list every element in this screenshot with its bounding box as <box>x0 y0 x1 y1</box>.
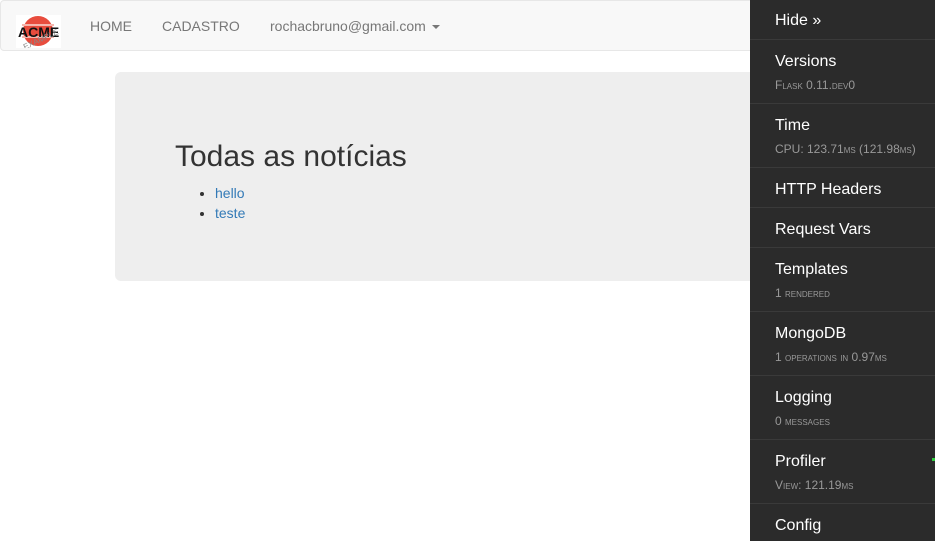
panel-title: Versions <box>775 53 837 70</box>
panel-subtitle: View: 121.19ms <box>775 478 854 492</box>
news-list: hello teste <box>175 183 245 223</box>
panel-http-headers[interactable]: HTTP Headers <box>750 168 935 208</box>
panel-subtitle: 1 operations in 0.97ms <box>775 350 887 364</box>
panel-config[interactable]: Config <box>750 504 935 544</box>
user-email: rochacbruno@gmail.com <box>270 18 426 34</box>
panel-subtitle: Flask 0.11.dev0 <box>775 78 856 92</box>
panel-title: Config <box>775 517 822 534</box>
panel-request-vars[interactable]: Request Vars <box>750 208 935 248</box>
panel-mongodb[interactable]: MongoDB 1 operations in 0.97ms <box>750 312 935 376</box>
panel-subtitle: 1 rendered <box>775 286 830 300</box>
acme-logo-icon: ACME EXAMPLE <box>16 15 61 52</box>
panel-versions[interactable]: Versions Flask 0.11.dev0 <box>750 40 935 104</box>
page-title: Todas as notícias <box>175 140 407 173</box>
nav-user-dropdown[interactable]: rochacbruno@gmail.com <box>270 18 440 34</box>
panel-subtitle: 0 messages <box>775 414 830 428</box>
panel-title: Templates <box>775 261 848 278</box>
panel-templates[interactable]: Templates 1 rendered <box>750 248 935 312</box>
hide-label: Hide » <box>775 12 822 29</box>
debug-toolbar: Hide » Versions Flask 0.11.dev0 Time CPU: … <box>750 0 935 541</box>
panel-title: HTTP Headers <box>775 181 882 198</box>
panel-profiler[interactable]: Profiler View: 121.19ms <box>750 440 935 504</box>
panel-time[interactable]: Time CPU: 123.71ms (121.98ms) <box>750 104 935 168</box>
news-link[interactable]: teste <box>215 205 245 221</box>
panel-logging[interactable]: Logging 0 messages <box>750 376 935 440</box>
panel-title: Profiler <box>775 453 826 470</box>
hide-toolbar-button[interactable]: Hide » <box>750 0 935 40</box>
caret-down-icon <box>431 25 440 30</box>
news-link[interactable]: hello <box>215 185 245 201</box>
nav-cadastro[interactable]: CADASTRO <box>162 18 240 34</box>
panel-title: Time <box>775 117 810 134</box>
news-item: hello <box>215 183 245 203</box>
news-item: teste <box>215 203 245 223</box>
nav-home[interactable]: HOME <box>90 18 132 34</box>
panel-title: MongoDB <box>775 325 847 342</box>
panel-title: Request Vars <box>775 221 871 238</box>
brand-logo[interactable]: ACME EXAMPLE <box>16 15 61 52</box>
panel-title: Logging <box>775 389 832 406</box>
panel-subtitle: CPU: 123.71ms (121.98ms) <box>775 142 916 156</box>
